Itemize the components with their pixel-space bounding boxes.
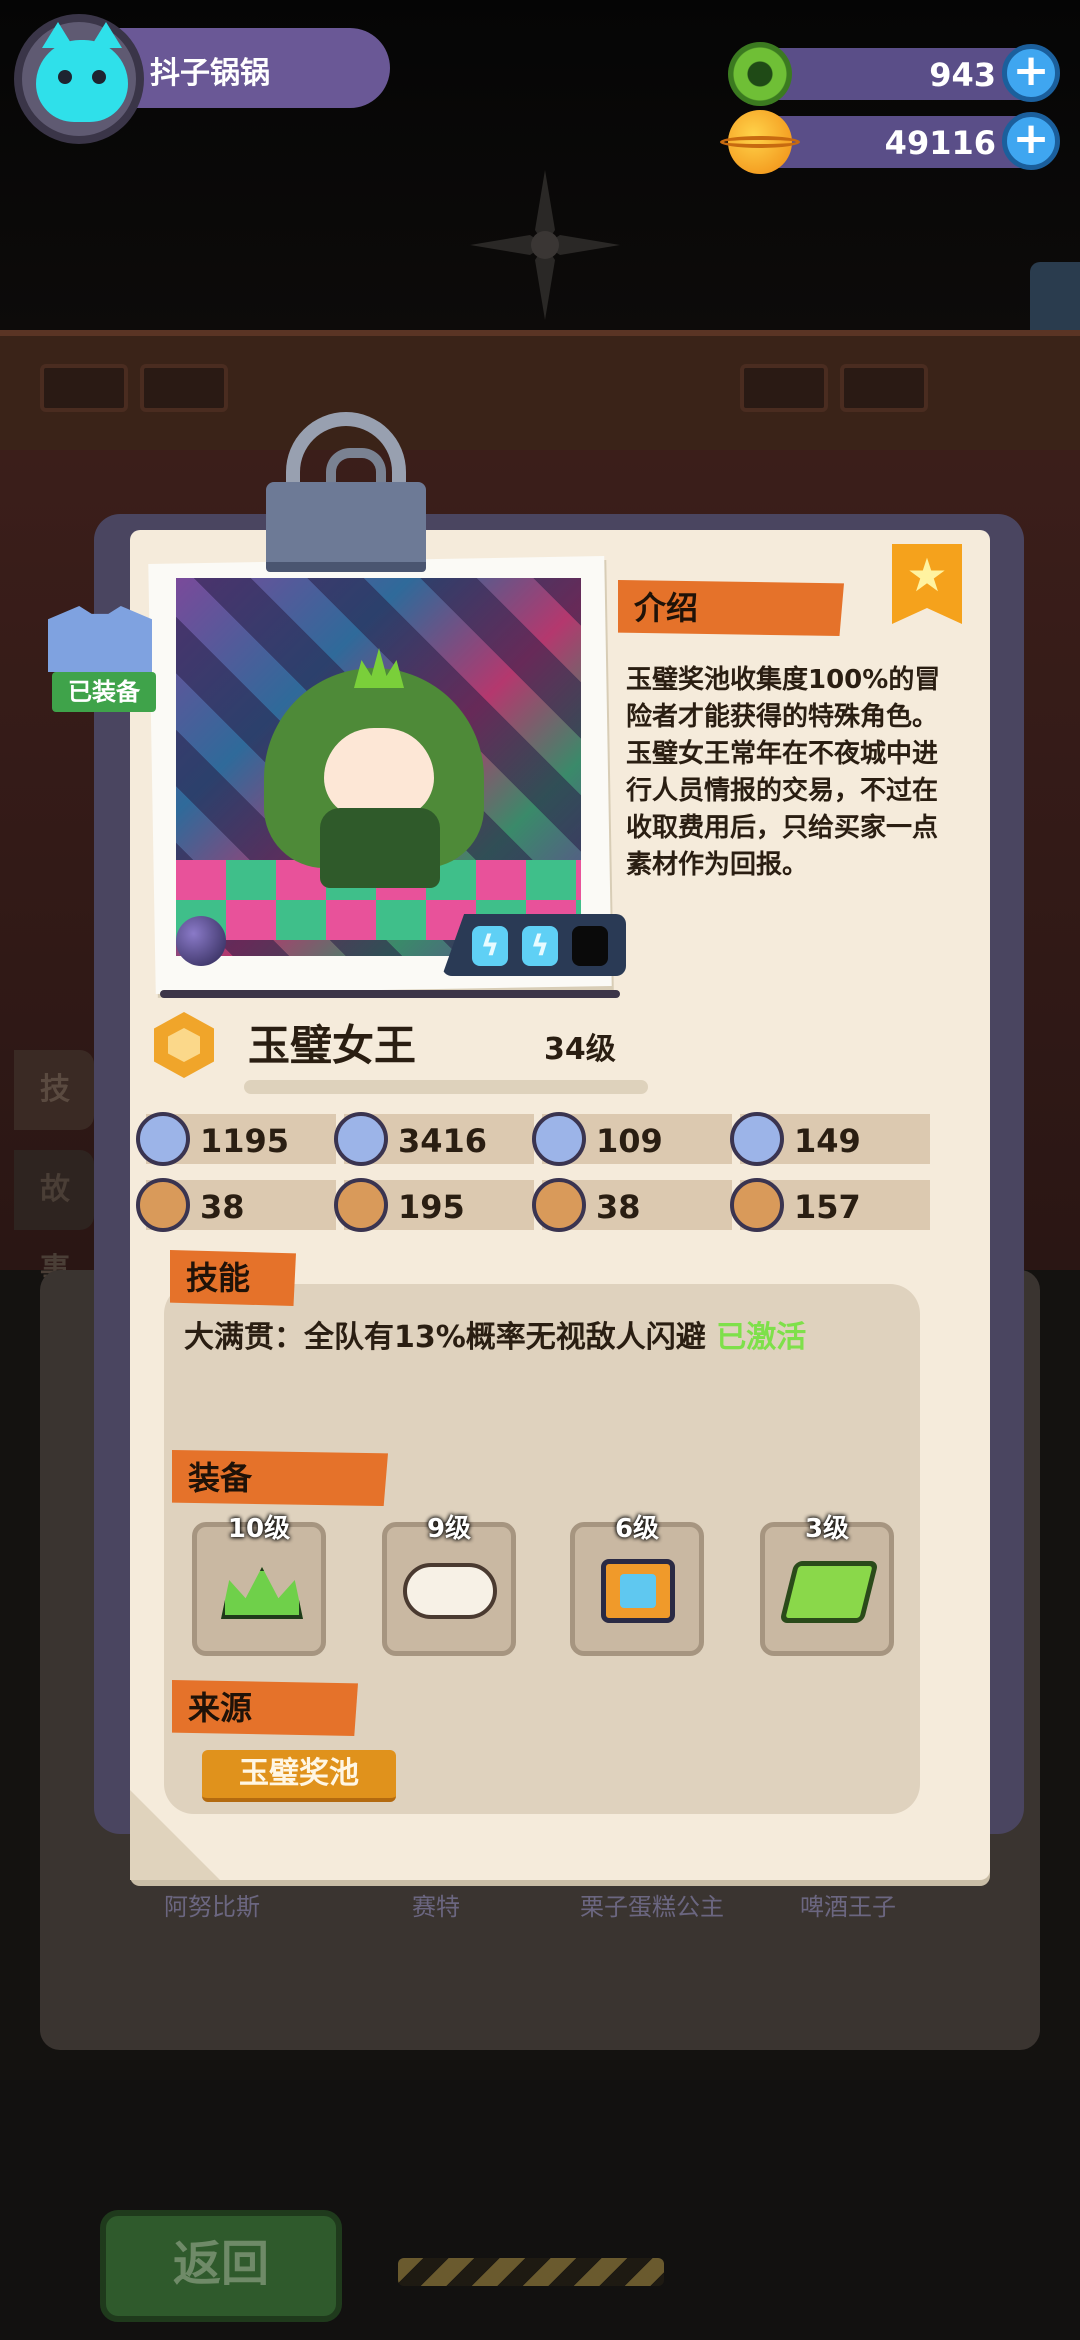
source-button[interactable]: 玉璧奖池 <box>202 1750 396 1802</box>
ceiling-fan-icon <box>470 170 620 320</box>
stat-value: 195 <box>398 1188 465 1226</box>
add-gems-button[interactable]: + <box>1002 44 1060 102</box>
skill-text: 大满贯：全队有13%概率无视敌人闪避 <box>184 1320 706 1355</box>
hazard-stripe <box>398 2258 664 2286</box>
hero-body <box>320 808 440 888</box>
speed-icon <box>730 1112 784 1166</box>
bg-tab-story: 故事 <box>14 1150 94 1287</box>
avatar-cat-icon[interactable] <box>36 22 128 122</box>
green-book-icon <box>779 1561 879 1623</box>
player-name: 抖子锅锅 <box>150 56 270 91</box>
green-gem-coin-icon <box>728 42 792 106</box>
skill-description: 大满贯：全队有13%概率无视敌人闪避 已激活 <box>184 1312 806 1356</box>
currency-bar-gems: 943 + <box>728 42 1060 106</box>
skills-title: 技能 <box>170 1250 296 1306</box>
shirt-icon <box>48 606 152 672</box>
stat-strength: 38 <box>136 1178 336 1232</box>
intro-title: 介绍 <box>618 580 844 636</box>
avatar-eye <box>58 70 72 84</box>
bg-tab-skills: 技能 <box>14 1050 94 1187</box>
energy-bolt-icon: ϟ <box>522 926 558 966</box>
hero-level: 34级 <box>544 1032 616 1067</box>
stat-value: 157 <box>794 1188 861 1226</box>
currency-value: 49116 <box>884 124 996 162</box>
brain-icon <box>730 1178 784 1232</box>
stat-attack: 3416 <box>334 1112 534 1166</box>
shelf-slot <box>840 364 928 412</box>
stat-charm: 195 <box>334 1178 534 1232</box>
name-underline <box>244 1080 648 1094</box>
bg-chip: 啤酒王子 <box>800 1893 896 1921</box>
source-title: 来源 <box>172 1680 358 1736</box>
bg-chip: 赛特 <box>412 1893 460 1921</box>
hero-crown <box>354 648 404 688</box>
stat-defense: 109 <box>532 1112 732 1166</box>
add-coins-button[interactable]: + <box>1002 112 1060 170</box>
photo-underline <box>160 990 620 998</box>
charm-icon <box>334 1178 388 1232</box>
equipment-level: 3级 <box>804 1514 850 1544</box>
avatar-eye <box>92 70 106 84</box>
hero-face <box>324 728 434 818</box>
intro-text: 玉璧奖池收集度100%的冒险者才能获得的特殊角色。玉璧女王常年在不夜城中进行人员… <box>626 665 941 880</box>
equipped-tag: 已装备 <box>48 606 156 712</box>
energy-bolt-icon: ϟ <box>472 926 508 966</box>
defense-shield-icon <box>532 1112 586 1166</box>
stat-speed: 149 <box>730 1112 930 1166</box>
currency-value: 943 <box>929 56 996 94</box>
hero-name: 玉璧女王 <box>248 1021 417 1070</box>
stat-intelligence: 157 <box>730 1178 930 1232</box>
equipment-level: 6级 <box>614 1514 660 1544</box>
stat-value: 1195 <box>200 1122 290 1160</box>
equipment-level: 10级 <box>227 1514 291 1544</box>
treasure-box-icon <box>601 1559 675 1623</box>
binder-plate <box>266 482 426 572</box>
health-shield-icon <box>136 1112 190 1166</box>
shelf-slot <box>40 364 128 412</box>
muscle-icon <box>532 1178 586 1232</box>
equipment-title: 装备 <box>172 1450 388 1506</box>
binder-clip-icon <box>266 412 426 572</box>
attack-icon <box>334 1112 388 1166</box>
crown-icon <box>221 1567 303 1619</box>
bg-chip: 栗子蛋糕公主 <box>580 1893 724 1921</box>
shelf-slot <box>740 364 828 412</box>
stat-value: 38 <box>200 1188 245 1226</box>
stat-value: 149 <box>794 1122 861 1160</box>
stat-health: 1195 <box>136 1112 336 1166</box>
star-icon: ★ <box>906 548 948 602</box>
equipment-level: 9级 <box>426 1514 472 1544</box>
hero-portrait <box>264 648 494 908</box>
stat-value: 38 <box>596 1188 641 1226</box>
stat-value: 109 <box>596 1122 663 1160</box>
equipped-label: 已装备 <box>52 672 156 712</box>
bg-chip: 阿努比斯 <box>164 1893 260 1921</box>
back-button[interactable]: 返回 <box>100 2210 342 2322</box>
stat-value: 3416 <box>398 1122 488 1160</box>
cloud-icon <box>403 1563 497 1619</box>
shelf-slot <box>140 364 228 412</box>
strength-icon <box>136 1178 190 1232</box>
stat-muscle: 38 <box>532 1178 732 1232</box>
planet-coin-icon <box>720 110 800 174</box>
bg-shelf <box>0 330 1080 464</box>
currency-bar-coins: 49116 + <box>720 110 1060 174</box>
skill-status: 已激活 <box>716 1320 807 1355</box>
element-orb-icon <box>176 916 226 966</box>
energy-empty-icon <box>572 926 608 966</box>
